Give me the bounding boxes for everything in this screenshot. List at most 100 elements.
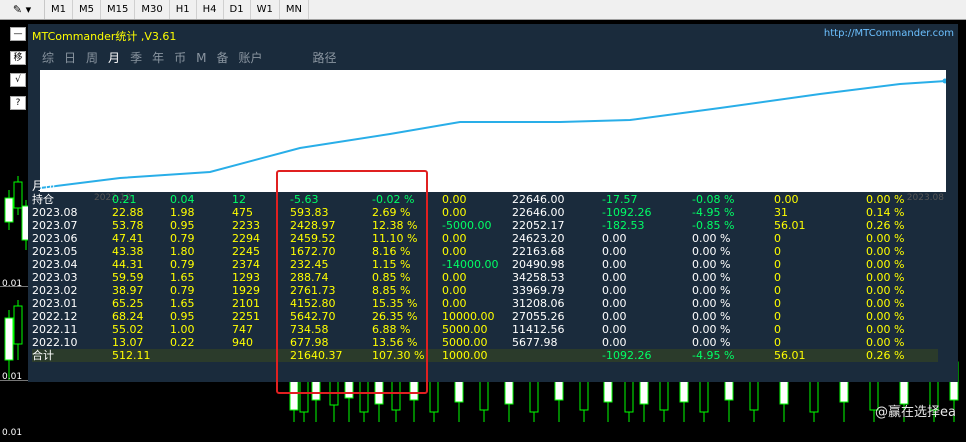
table-cell: -0.85 %: [692, 219, 735, 232]
tab-0[interactable]: 综: [42, 51, 54, 65]
table-cell: 5000.00: [442, 336, 488, 349]
table-cell: 0: [774, 232, 781, 245]
column-header: 最大浮亏: [602, 179, 651, 193]
tab-3[interactable]: 月: [108, 51, 120, 65]
column-header: 出入金: [442, 179, 479, 193]
table-cell: 0.95: [170, 310, 195, 323]
tab-6[interactable]: 币: [174, 51, 186, 65]
table-cell: 47.41: [112, 232, 144, 245]
tab-8[interactable]: 备: [216, 51, 228, 65]
candle-body: [4, 317, 14, 361]
total-cell: 512.11: [112, 349, 170, 362]
column-header: 最大浮盈比例: [866, 179, 939, 193]
table-cell: 0.00: [602, 284, 627, 297]
tab-4[interactable]: 季: [130, 51, 142, 65]
timeframe-w1[interactable]: W1: [251, 0, 280, 19]
timeframe-h4[interactable]: H4: [197, 0, 224, 19]
equity-curve-chart: 2022.10 2023.08: [40, 70, 946, 203]
table-cell: 0.00 %: [866, 232, 905, 245]
minimize-button[interactable]: —: [10, 27, 26, 41]
table-cell: 2023.06: [32, 232, 78, 245]
table-cell: 0: [774, 310, 781, 323]
tab-9[interactable]: 账户: [238, 51, 262, 65]
table-cell: 0.00 %: [866, 310, 905, 323]
column-header: 最大浮盈金额: [774, 179, 847, 193]
table-cell: 34258.53: [512, 271, 565, 284]
website-link[interactable]: http://MTCommander.com: [824, 28, 954, 39]
column-header: 最大浮亏比例: [692, 179, 765, 193]
table-cell: 2023.05: [32, 245, 78, 258]
table-cell: 27055.26: [512, 310, 565, 323]
timeframe-m1[interactable]: M1: [45, 0, 73, 19]
table-row: 2023.07 53.78 0.95 2233 2428.97 12.38 % -5000.…: [32, 219, 938, 232]
drawing-tools-icon[interactable]: ✎ ▾: [0, 0, 45, 19]
timeframe-h1[interactable]: H1: [170, 0, 197, 19]
table-cell: 68.24: [112, 310, 144, 323]
candle-body: [4, 197, 14, 223]
timeframe-mn[interactable]: MN: [280, 0, 309, 19]
table-cell: 0: [774, 336, 781, 349]
tab-10[interactable]: 路径: [313, 51, 337, 65]
tab-5[interactable]: 年: [152, 51, 164, 65]
table-cell: 0.00 %: [692, 284, 731, 297]
table-cell: -14000.00: [442, 258, 499, 271]
price-level-label: 0.01: [2, 372, 23, 382]
table-cell: 55.02: [112, 323, 144, 336]
timeframe-m30[interactable]: M30: [135, 0, 170, 19]
table-cell: 0.00 %: [866, 193, 905, 206]
table-cell: 0.00: [602, 297, 627, 310]
table-cell: 0.00 %: [866, 284, 905, 297]
total-cell: 56.01: [774, 349, 866, 362]
table-cell: 0.00 %: [692, 297, 731, 310]
table-cell: -5000.00: [442, 219, 492, 232]
tab-1[interactable]: 日: [64, 51, 76, 65]
candle-body: [13, 305, 23, 345]
table-cell: 1.00: [170, 323, 195, 336]
move-button[interactable]: 移: [10, 51, 26, 65]
table-cell: 31: [774, 206, 788, 219]
timeframe-d1[interactable]: D1: [224, 0, 251, 19]
table-cell: 2022.12: [32, 310, 78, 323]
tab-2[interactable]: 周: [86, 51, 98, 65]
total-cell: [512, 349, 602, 362]
table-cell: 1.80: [170, 245, 195, 258]
table-cell: -0.08 %: [692, 193, 735, 206]
panel-title: MTCommander统计 ,V3.61: [32, 30, 177, 43]
table-row: 2023.02 38.97 0.79 1929 2761.73 8.85 % 0.00 339…: [32, 284, 938, 297]
table-cell: 0.00: [442, 193, 467, 206]
table-cell: 38.97: [112, 284, 144, 297]
table-cell: 0: [774, 284, 781, 297]
help-button[interactable]: ?: [10, 96, 26, 110]
table-cell: 0.22: [170, 336, 195, 349]
timeframe-m5[interactable]: M5: [73, 0, 101, 19]
table-cell: 0.14 %: [866, 206, 905, 219]
price-level-label: 0.01: [2, 428, 23, 438]
total-cell: 1000.00: [442, 349, 512, 362]
table-cell: 0.00: [602, 336, 627, 349]
table-cell: 13.07: [112, 336, 144, 349]
tab-7[interactable]: M: [196, 51, 206, 65]
total-row: 合计 512.11 21640.37 107.30 % 1000.00 -1092.26-…: [32, 349, 939, 362]
table-cell: 0.00: [602, 310, 627, 323]
table-cell: 1.65: [170, 271, 195, 284]
table-cell: 0.00: [442, 206, 467, 219]
table-cell: 0.00: [442, 271, 467, 284]
table-row: 2022.12 68.24 0.95 2251 5642.70 26.35 % 10000.…: [32, 310, 938, 323]
table-cell: 0.00 %: [866, 271, 905, 284]
table-cell: 2023.04: [32, 258, 78, 271]
timeframe-toolbar: ✎ ▾ M1 M5 M15 M30 H1 H4 D1 W1 MN: [0, 0, 966, 20]
table-cell: 0.00 %: [866, 323, 905, 336]
watermark: @赢在选择ea: [875, 405, 956, 420]
table-cell: 1.65: [170, 297, 195, 310]
total-cell: -1092.26: [602, 349, 692, 362]
column-header: 最大手数: [170, 179, 219, 193]
check-button[interactable]: √: [10, 73, 26, 87]
total-cell: [170, 349, 232, 362]
table-cell: 0.00 %: [692, 336, 731, 349]
total-cell: 0.26 %: [866, 349, 939, 362]
table-cell: 0.79: [170, 258, 195, 271]
table-cell: 11412.56: [512, 323, 565, 336]
timeframe-m15[interactable]: M15: [101, 0, 136, 19]
table-cell: 2023.02: [32, 284, 78, 297]
table-cell: 2023.01: [32, 297, 78, 310]
